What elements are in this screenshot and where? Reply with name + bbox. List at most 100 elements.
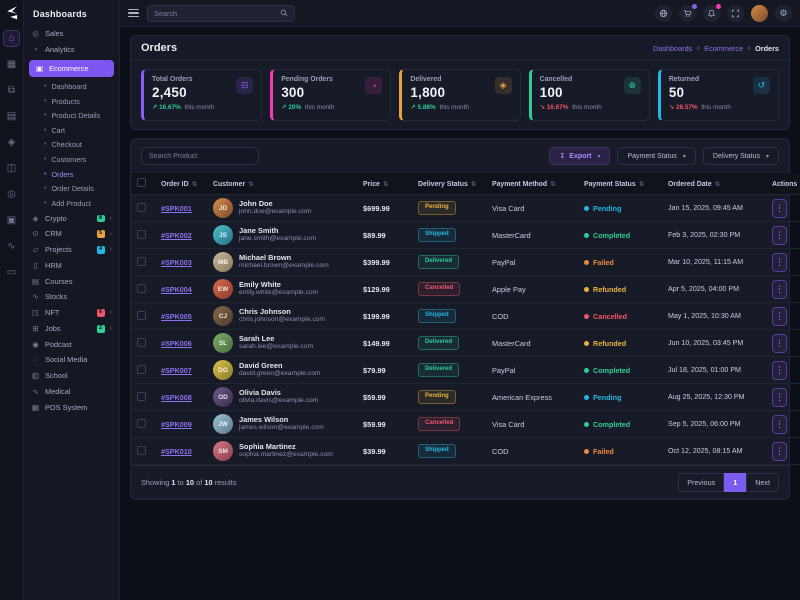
row-actions-button[interactable]: ⋮ bbox=[772, 226, 787, 245]
row-checkbox[interactable] bbox=[137, 365, 146, 374]
id-card-icon[interactable]: ▣ bbox=[3, 212, 20, 229]
sidebar-item-sales[interactable]: ◎Sales bbox=[24, 26, 119, 42]
sidebar-item-order-details[interactable]: •Order Details bbox=[24, 181, 119, 196]
settings-gear-icon[interactable]: ⚙ bbox=[775, 5, 792, 22]
column-header-ordered-date[interactable]: Ordered Date⇅ bbox=[662, 173, 766, 195]
sidebar-item-checkout[interactable]: •Checkout bbox=[24, 138, 119, 153]
column-header-customer[interactable]: Customer⇅ bbox=[207, 173, 357, 195]
sidebar-item-projects[interactable]: ▱Projects4› bbox=[24, 242, 119, 258]
column-header-order-id[interactable]: Order ID⇅ bbox=[155, 173, 207, 195]
payment-status-dropdown[interactable]: Payment Status ▾ bbox=[617, 147, 695, 165]
document-icon[interactable]: ▤ bbox=[3, 108, 20, 125]
row-actions-button[interactable]: ⋮ bbox=[772, 442, 787, 461]
sidebar-item-courses[interactable]: ▤Courses bbox=[24, 274, 119, 290]
row-checkbox[interactable] bbox=[137, 257, 146, 266]
sidebar-item-crypto[interactable]: ◈Crypto8› bbox=[24, 211, 119, 227]
sidebar-item-school[interactable]: ▥School bbox=[24, 368, 119, 384]
sidebar-item-stocks[interactable]: ∿Stocks bbox=[24, 289, 119, 305]
row-checkbox[interactable] bbox=[137, 284, 146, 293]
column-header-payment-method[interactable]: Payment Method⇅ bbox=[486, 173, 578, 195]
sidebar-item-medical[interactable]: ∿Medical bbox=[24, 384, 119, 400]
sort-icon[interactable]: ⇅ bbox=[192, 181, 197, 188]
order-id-link[interactable]: #SPK008 bbox=[161, 393, 192, 402]
row-checkbox[interactable] bbox=[137, 419, 146, 428]
diamond-icon[interactable]: ◈ bbox=[3, 134, 20, 151]
sort-icon[interactable]: ⇅ bbox=[471, 181, 476, 188]
next-page-button[interactable]: Next bbox=[746, 473, 779, 492]
row-actions-button[interactable]: ⋮ bbox=[772, 199, 787, 218]
select-all-checkbox[interactable] bbox=[137, 178, 146, 187]
row-actions-button[interactable]: ⋮ bbox=[772, 307, 787, 326]
breadcrumb-item[interactable]: Dashboards bbox=[653, 44, 692, 53]
language-globe-icon[interactable] bbox=[655, 5, 672, 22]
order-id-link[interactable]: #SPK010 bbox=[161, 447, 192, 456]
column-header-payment-status[interactable]: Payment Status⇅ bbox=[578, 173, 662, 195]
brand-logo[interactable] bbox=[4, 5, 19, 20]
sidebar-item-orders[interactable]: •Orders bbox=[24, 167, 119, 182]
row-checkbox[interactable] bbox=[137, 311, 146, 320]
sidebar-item-customers[interactable]: •Customers bbox=[24, 152, 119, 167]
row-actions-button[interactable]: ⋮ bbox=[772, 280, 787, 299]
sidebar-item-add-product[interactable]: •Add Product bbox=[24, 196, 119, 211]
fullscreen-icon[interactable] bbox=[727, 5, 744, 22]
previous-page-button[interactable]: Previous bbox=[678, 473, 724, 492]
compass-icon[interactable]: ◎ bbox=[3, 186, 20, 203]
row-actions-button[interactable]: ⋮ bbox=[772, 361, 787, 380]
column-header-price[interactable]: Price⇅ bbox=[357, 173, 412, 195]
credit-card-icon[interactable]: ▭ bbox=[3, 264, 20, 281]
order-id-link[interactable]: #SPK005 bbox=[161, 312, 192, 321]
sort-icon[interactable]: ⇅ bbox=[248, 181, 253, 188]
sidebar-item-hrm[interactable]: ▯HRM bbox=[24, 258, 119, 274]
sidebar-item-crm[interactable]: ⊙CRM5› bbox=[24, 226, 119, 242]
page-1-button[interactable]: 1 bbox=[724, 473, 746, 492]
delivery-status-dropdown[interactable]: Delivery Status ▾ bbox=[703, 147, 779, 165]
order-id-link[interactable]: #SPK006 bbox=[161, 339, 192, 348]
export-button[interactable]: ↧ Export ▾ bbox=[549, 147, 610, 165]
row-actions-button[interactable]: ⋮ bbox=[772, 415, 787, 434]
sidebar-item-ecommerce[interactable]: ▣Ecommerce bbox=[29, 60, 114, 78]
sidebar-item-dashboard[interactable]: •Dashboard bbox=[24, 79, 119, 94]
row-actions-button[interactable]: ⋮ bbox=[772, 388, 787, 407]
order-id-link[interactable]: #SPK003 bbox=[161, 258, 192, 267]
order-id-link[interactable]: #SPK007 bbox=[161, 366, 192, 375]
briefcase-icon[interactable]: ◫ bbox=[3, 160, 20, 177]
sidebar-item-cart[interactable]: •Cart bbox=[24, 123, 119, 138]
sidebar-item-pos-system[interactable]: ▦POS System bbox=[24, 400, 119, 416]
home-icon[interactable]: ⌂ bbox=[3, 30, 20, 47]
search-input[interactable] bbox=[154, 9, 276, 18]
row-actions-button[interactable]: ⋮ bbox=[772, 334, 787, 353]
sidebar-item-nft[interactable]: ◳NFT6› bbox=[24, 305, 119, 321]
product-search-input[interactable] bbox=[141, 147, 259, 165]
sidebar-item-jobs[interactable]: ⊞Jobs2› bbox=[24, 321, 119, 337]
sort-icon[interactable]: ⇅ bbox=[550, 181, 555, 188]
row-checkbox[interactable] bbox=[137, 392, 146, 401]
user-avatar[interactable] bbox=[751, 5, 768, 22]
chart-icon[interactable]: ∿ bbox=[3, 238, 20, 255]
row-checkbox[interactable] bbox=[137, 230, 146, 239]
order-id-link[interactable]: #SPK001 bbox=[161, 204, 192, 213]
layers-icon[interactable]: ⧉ bbox=[3, 82, 20, 99]
order-id-link[interactable]: #SPK009 bbox=[161, 420, 192, 429]
row-actions-button[interactable]: ⋮ bbox=[772, 253, 787, 272]
sort-icon[interactable]: ⇅ bbox=[715, 181, 720, 188]
row-checkbox[interactable] bbox=[137, 446, 146, 455]
column-header-delivery-status[interactable]: Delivery Status⇅ bbox=[412, 173, 486, 195]
row-checkbox[interactable] bbox=[137, 203, 146, 212]
row-checkbox[interactable] bbox=[137, 338, 146, 347]
menu-toggle-icon[interactable] bbox=[128, 9, 139, 17]
cart-icon[interactable] bbox=[679, 5, 696, 22]
column-header-actions[interactable]: Actions⇅ bbox=[766, 173, 800, 195]
breadcrumb-item[interactable]: Ecommerce bbox=[704, 44, 743, 53]
notifications-bell-icon[interactable] bbox=[703, 5, 720, 22]
sidebar-item-social-media[interactable]: ◌Social Media bbox=[24, 352, 119, 368]
sidebar-item-analytics[interactable]: ◔Analytics bbox=[24, 42, 119, 58]
apps-grid-icon[interactable]: ▦ bbox=[3, 56, 20, 73]
order-id-link[interactable]: #SPK004 bbox=[161, 285, 192, 294]
sort-icon[interactable]: ⇅ bbox=[639, 181, 644, 188]
order-id-link[interactable]: #SPK002 bbox=[161, 231, 192, 240]
sidebar-item-product-details[interactable]: •Product Details bbox=[24, 108, 119, 123]
sidebar-item-products[interactable]: •Products bbox=[24, 94, 119, 109]
sidebar-item-podcast[interactable]: ◉Podcast bbox=[24, 337, 119, 353]
sort-icon[interactable]: ⇅ bbox=[383, 181, 388, 188]
search-icon[interactable] bbox=[280, 9, 288, 17]
